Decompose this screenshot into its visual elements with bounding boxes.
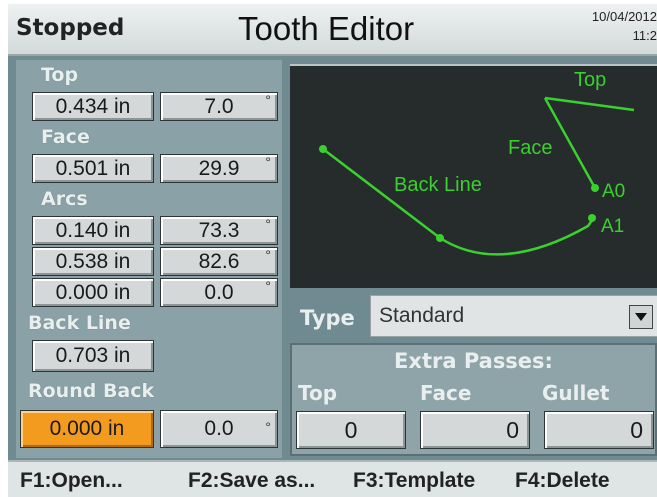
- back-start-point: [319, 145, 327, 153]
- machine-status: Stopped: [16, 15, 125, 41]
- function-key-bar: F1:Open... F2:Save as... F3:Template F4:…: [8, 460, 657, 497]
- extra-gullet-field[interactable]: 0: [544, 411, 654, 449]
- extra-face-label: Face: [420, 381, 472, 405]
- degree-symbol: °: [265, 278, 271, 294]
- arc2-angle-field[interactable]: 82.6 °: [160, 247, 278, 276]
- extra-gullet-label: Gullet: [542, 381, 610, 405]
- extra-top-field[interactable]: 0: [296, 411, 406, 449]
- type-dropdown[interactable]: Standard: [370, 295, 657, 337]
- back-line-preview-label: Back Line: [394, 174, 482, 196]
- f4-delete-button[interactable]: F4:Delete: [515, 469, 610, 493]
- face-length-field[interactable]: 0.501 in: [32, 154, 154, 183]
- arc1-angle-field[interactable]: 73.3 °: [160, 216, 278, 245]
- parameters-panel: Top 0.434 in 7.0 ° Face 0.501 in 29.9 ° Ar…: [16, 60, 282, 458]
- arc3-length-field[interactable]: 0.000 in: [32, 278, 154, 307]
- arc2-length-field[interactable]: 0.538 in: [32, 247, 154, 276]
- degree-symbol: °: [265, 92, 271, 108]
- arc3-angle-value: 0.0: [204, 281, 234, 304]
- arc3-angle-field[interactable]: 0.0 °: [160, 278, 278, 307]
- top-line: [544, 96, 635, 112]
- round-back-angle-value: 0.0: [204, 417, 234, 440]
- extra-top-label: Top: [298, 381, 338, 405]
- face-label: Face: [41, 126, 90, 148]
- type-label: Type: [300, 306, 355, 330]
- degree-symbol: °: [265, 419, 271, 435]
- tooth-profile-preview: Top Face Back Line A0 A1: [290, 64, 657, 288]
- degree-symbol: °: [265, 154, 271, 170]
- extra-passes-panel: Extra Passes: Top Face Gullet 0 0 0: [290, 343, 657, 456]
- round-back-label: Round Back: [28, 380, 155, 402]
- back-line-curve: [322, 148, 597, 256]
- top-angle-value: 7.0: [204, 95, 234, 118]
- back-line-length-field[interactable]: 0.703 in: [32, 340, 154, 372]
- round-back-length-field[interactable]: 0.000 in: [20, 410, 154, 448]
- top-preview-label: Top: [574, 69, 606, 91]
- dropdown-arrow-button[interactable]: [629, 305, 653, 329]
- type-selected-value: Standard: [379, 304, 465, 327]
- a0-preview-label: A0: [602, 181, 625, 202]
- chevron-down-icon: [635, 313, 647, 321]
- degree-symbol: °: [265, 216, 271, 232]
- f3-template-button[interactable]: F3:Template: [353, 469, 475, 493]
- f1-open-button[interactable]: F1:Open...: [20, 469, 123, 493]
- title-bar: Stopped Tooth Editor 10/04/2012 11:2: [8, 4, 657, 56]
- face-preview-label: Face: [508, 137, 552, 159]
- degree-symbol: °: [265, 247, 271, 263]
- f2-save-as-button[interactable]: F2:Save as...: [188, 469, 315, 493]
- a1-preview-label: A1: [601, 216, 624, 237]
- a0-point: [591, 184, 599, 192]
- date-time: 10/04/2012 11:2: [592, 7, 657, 45]
- tooth-editor-window: Stopped Tooth Editor 10/04/2012 11:2 Top…: [8, 4, 657, 497]
- face-line: [543, 97, 597, 189]
- a1-point: [588, 214, 596, 222]
- arcs-label: Arcs: [41, 188, 88, 210]
- top-label: Top: [41, 64, 79, 86]
- face-angle-value: 29.9: [198, 157, 240, 180]
- date-text: 10/04/2012: [591, 9, 657, 24]
- tooth-profile-svg: Top Face Back Line A0 A1: [319, 69, 635, 256]
- top-angle-field[interactable]: 7.0 °: [160, 92, 278, 121]
- arc2-angle-value: 82.6: [198, 250, 240, 273]
- page-title: Tooth Editor: [238, 10, 415, 47]
- back-line-label: Back Line: [28, 312, 131, 334]
- extra-passes-header: Extra Passes:: [394, 349, 553, 373]
- arc1-angle-value: 73.3: [198, 219, 240, 242]
- arc1-length-field[interactable]: 0.140 in: [32, 216, 154, 245]
- face-angle-field[interactable]: 29.9 °: [160, 154, 278, 183]
- time-text: 11:2: [632, 28, 657, 43]
- top-length-field[interactable]: 0.434 in: [32, 92, 154, 121]
- extra-face-field[interactable]: 0: [420, 411, 530, 449]
- back-tangent-point: [436, 234, 444, 242]
- round-back-angle-field[interactable]: 0.0 °: [160, 410, 278, 448]
